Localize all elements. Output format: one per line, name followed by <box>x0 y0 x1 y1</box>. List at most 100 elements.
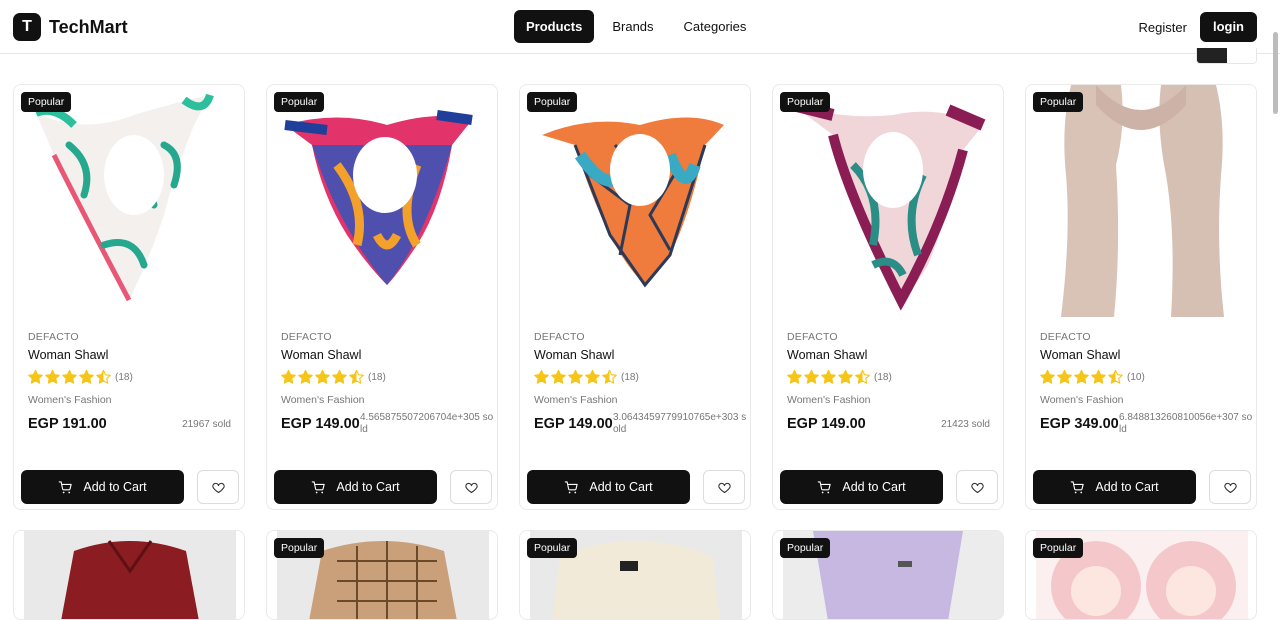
rating-stars: (18) <box>27 369 133 386</box>
popular-badge: Popular <box>527 538 578 558</box>
popular-badge: Popular <box>274 92 325 112</box>
rating-stars: (18) <box>280 369 386 386</box>
product-title[interactable]: Woman Shawl <box>28 348 108 362</box>
product-card[interactable]: Popular DEFACTO Woman Shawl (10) Women's… <box>1025 84 1257 510</box>
sold-count: 6.848813260810056e+307 sold <box>1119 412 1253 435</box>
review-count: (18) <box>874 372 892 383</box>
grid-view-button[interactable] <box>1197 48 1227 63</box>
cart-icon <box>565 480 579 493</box>
wishlist-button[interactable] <box>450 470 492 504</box>
add-to-cart-label: Add to Cart <box>1095 480 1159 494</box>
product-image[interactable] <box>14 531 245 620</box>
heart-icon <box>1223 482 1237 493</box>
product-price: EGP 149.00 <box>787 416 866 432</box>
star-icon <box>585 369 600 384</box>
product-brand: DEFACTO <box>534 331 585 343</box>
product-title[interactable]: Woman Shawl <box>787 348 867 362</box>
product-price: EGP 349.00 <box>1040 416 1119 432</box>
star-icon <box>349 369 364 384</box>
star-icon <box>79 369 94 384</box>
star-icon <box>568 369 583 384</box>
wishlist-button[interactable] <box>197 470 239 504</box>
auth-links: Register login <box>1139 12 1257 42</box>
popular-badge: Popular <box>527 92 578 112</box>
product-brand: DEFACTO <box>787 331 838 343</box>
product-image[interactable] <box>267 85 497 317</box>
star-icon <box>28 369 43 384</box>
product-card[interactable]: Popular DEFACTO Woman Shawl (18) Women's… <box>772 84 1004 510</box>
popular-badge: Popular <box>1033 538 1084 558</box>
product-title[interactable]: Woman Shawl <box>281 348 361 362</box>
add-to-cart-label: Add to Cart <box>83 480 147 494</box>
product-card[interactable]: Popular DEFACTO Woman Shawl (18) Women's… <box>13 84 245 510</box>
add-to-cart-label: Add to Cart <box>336 480 400 494</box>
wishlist-button[interactable] <box>703 470 745 504</box>
add-to-cart-button[interactable]: Add to Cart <box>21 470 184 504</box>
rating-stars: (18) <box>533 369 639 386</box>
popular-badge: Popular <box>780 92 831 112</box>
sold-count: 21967 sold <box>182 419 231 430</box>
add-to-cart-button[interactable]: Add to Cart <box>1033 470 1196 504</box>
product-card[interactable]: Popular <box>1025 530 1257 620</box>
page-scrollbar[interactable] <box>1271 30 1280 610</box>
cart-icon <box>312 480 326 493</box>
nav-products[interactable]: Products <box>514 10 595 43</box>
rating-stars: (18) <box>786 369 892 386</box>
nav-brands[interactable]: Brands <box>600 10 665 43</box>
star-icon <box>1074 369 1089 384</box>
cart-icon <box>59 480 73 493</box>
review-count: (18) <box>115 372 133 383</box>
nav-categories[interactable]: Categories <box>672 10 759 43</box>
product-image[interactable] <box>1026 85 1256 317</box>
product-card[interactable] <box>13 530 245 620</box>
star-icon <box>1057 369 1072 384</box>
product-card[interactable]: Popular DEFACTO Woman Shawl (18) Women's… <box>266 84 498 510</box>
product-category: Women's Fashion <box>1040 394 1124 406</box>
main-nav: Products Brands Categories <box>514 10 758 43</box>
heart-icon <box>717 482 731 493</box>
star-icon <box>804 369 819 384</box>
product-image[interactable] <box>14 85 244 317</box>
product-brand: DEFACTO <box>281 331 332 343</box>
popular-badge: Popular <box>21 92 72 112</box>
star-icon <box>1108 369 1123 384</box>
add-to-cart-label: Add to Cart <box>842 480 906 494</box>
product-category: Women's Fashion <box>281 394 365 406</box>
sold-count: 3.0643459779910765e+303 sold <box>613 412 747 435</box>
star-icon <box>315 369 330 384</box>
product-brand: DEFACTO <box>1040 331 1091 343</box>
product-card[interactable]: Popular DEFACTO Woman Shawl (18) Women's… <box>519 84 751 510</box>
star-icon <box>821 369 836 384</box>
wishlist-button[interactable] <box>1209 470 1251 504</box>
review-count: (18) <box>368 372 386 383</box>
add-to-cart-button[interactable]: Add to Cart <box>527 470 690 504</box>
star-icon <box>855 369 870 384</box>
top-navbar: T TechMart Products Brands Categories Re… <box>0 0 1280 54</box>
star-icon <box>602 369 617 384</box>
product-price: EGP 149.00 <box>281 416 360 432</box>
login-button[interactable]: login <box>1199 12 1257 42</box>
register-link[interactable]: Register <box>1139 20 1187 35</box>
review-count: (18) <box>621 372 639 383</box>
add-to-cart-button[interactable]: Add to Cart <box>274 470 437 504</box>
cart-icon <box>1071 480 1085 493</box>
star-icon <box>551 369 566 384</box>
wishlist-button[interactable] <box>956 470 998 504</box>
star-icon <box>332 369 347 384</box>
view-toggle[interactable] <box>1196 48 1257 64</box>
product-title[interactable]: Woman Shawl <box>1040 348 1120 362</box>
product-card[interactable]: Popular <box>772 530 1004 620</box>
add-to-cart-button[interactable]: Add to Cart <box>780 470 943 504</box>
add-to-cart-label: Add to Cart <box>589 480 653 494</box>
product-image[interactable] <box>520 85 750 317</box>
product-image[interactable] <box>773 85 1003 317</box>
list-view-button[interactable] <box>1227 48 1256 63</box>
star-icon <box>534 369 549 384</box>
product-card[interactable]: Popular <box>266 530 498 620</box>
product-card[interactable]: Popular <box>519 530 751 620</box>
product-category: Women's Fashion <box>28 394 112 406</box>
scrollbar-thumb[interactable] <box>1273 32 1278 114</box>
product-title[interactable]: Woman Shawl <box>534 348 614 362</box>
logo[interactable]: T TechMart <box>13 13 128 41</box>
cart-icon <box>818 480 832 493</box>
